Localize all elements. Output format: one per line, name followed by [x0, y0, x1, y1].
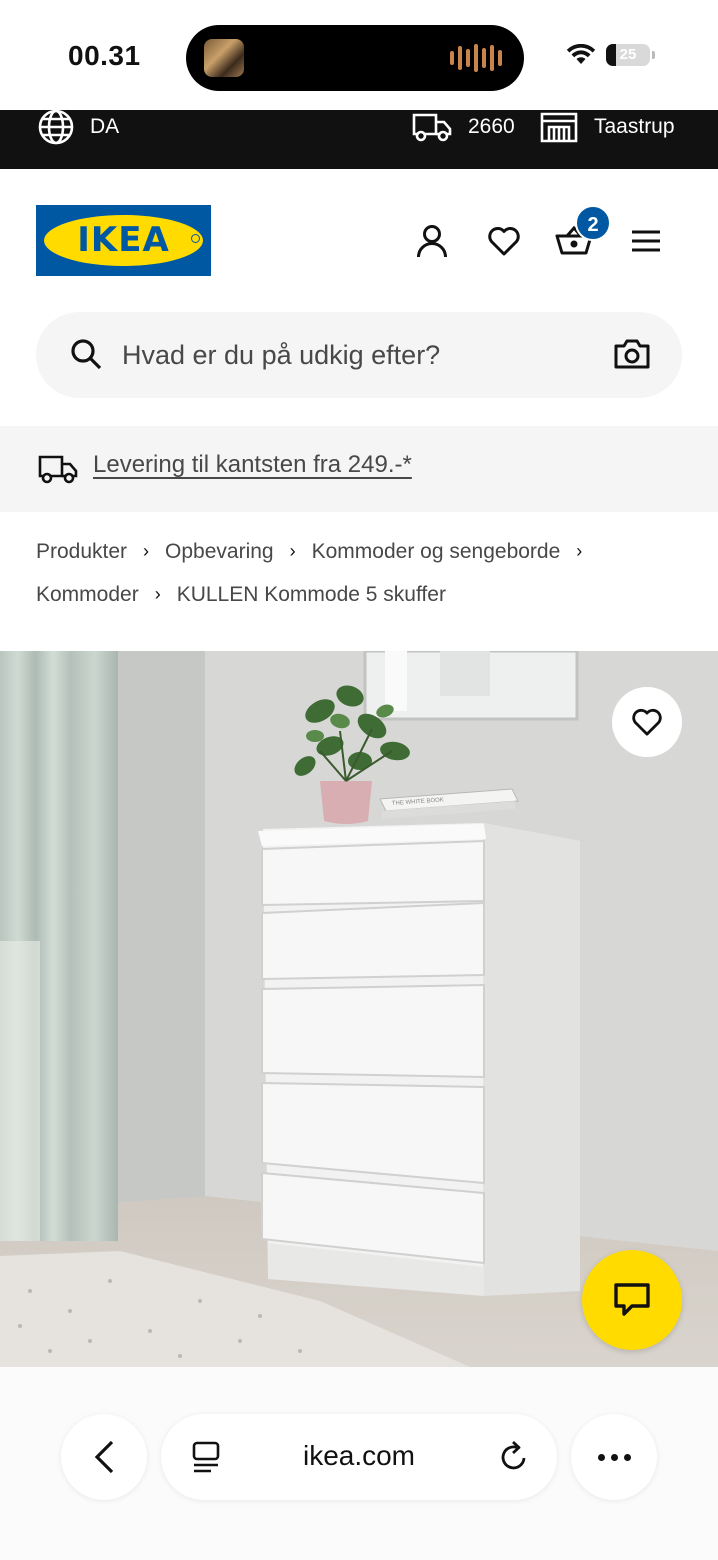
chevron-left-icon [94, 1440, 114, 1474]
cart-count-badge: 2 [575, 205, 611, 241]
more-icon [610, 1453, 618, 1461]
reload-icon[interactable] [499, 1440, 529, 1472]
battery-icon: 25 [606, 44, 655, 66]
language-selector[interactable]: DA [38, 109, 120, 145]
truck-icon [38, 455, 78, 484]
breadcrumb-link-storage[interactable]: Opbevaring [165, 530, 274, 573]
menu-icon [632, 230, 660, 252]
chevron-right-icon: › [143, 541, 150, 561]
search-icon [71, 339, 102, 370]
postcode-selector[interactable]: 2660 [412, 110, 515, 144]
store-selector[interactable]: Taastrup [540, 110, 675, 144]
breadcrumb-link-dressers-nightstands[interactable]: Kommoder og sengeborde [312, 530, 561, 573]
status-bar: 00.31 25 [0, 0, 718, 110]
browser-toolbar: ikea.com [0, 1367, 718, 1560]
registered-mark [191, 234, 200, 243]
store-icon [540, 112, 578, 143]
now-playing-artwork [204, 39, 244, 77]
breadcrumb: Produkter › Opbevaring › Kommoder og sen… [36, 530, 686, 616]
globe-icon [38, 109, 74, 145]
user-icon [417, 225, 447, 258]
top-utility-bar: DA 2660 Taastrup [0, 109, 718, 169]
logo-text: IKEA [77, 220, 170, 260]
chevron-right-icon: › [289, 541, 296, 561]
breadcrumb-current: KULLEN Kommode 5 skuffer [176, 583, 446, 606]
store-label: Taastrup [594, 115, 675, 138]
dynamic-island[interactable] [186, 25, 524, 91]
wishlist-button[interactable] [484, 221, 524, 261]
chevron-right-icon: › [154, 584, 161, 604]
truck-icon [412, 113, 452, 142]
status-indicators: 25 [566, 44, 655, 66]
heart-icon [632, 708, 662, 736]
battery-level: 25 [619, 46, 637, 63]
delivery-link[interactable]: Levering til kantsten fra 249.-* [93, 451, 412, 479]
breadcrumb-link-products[interactable]: Produkter [36, 530, 127, 573]
language-label: DA [90, 115, 120, 138]
search-bar[interactable] [36, 312, 682, 398]
chevron-right-icon: › [576, 541, 583, 561]
postcode-label: 2660 [468, 115, 515, 138]
breadcrumb-link-dressers[interactable]: Kommoder [36, 573, 139, 616]
site-header: IKEA 2 [0, 169, 718, 301]
chat-button[interactable] [582, 1250, 682, 1350]
browser-more-button[interactable] [571, 1414, 657, 1500]
delivery-banner: Levering til kantsten fra 249.-* [0, 426, 718, 512]
camera-icon[interactable] [614, 338, 650, 370]
ikea-logo[interactable]: IKEA [36, 205, 211, 276]
browser-url: ikea.com [302, 1440, 416, 1471]
audio-waveform-icon [450, 44, 502, 72]
wifi-icon [566, 44, 596, 64]
chat-icon [614, 1283, 650, 1316]
heart-icon [488, 227, 520, 256]
menu-button[interactable] [626, 221, 666, 261]
browser-address-bar[interactable]: ikea.com [161, 1414, 557, 1500]
product-favorite-button[interactable] [612, 687, 682, 757]
more-icon [623, 1453, 631, 1461]
browser-back-button[interactable] [61, 1414, 147, 1500]
more-icon [597, 1453, 605, 1461]
status-time: 00.31 [68, 40, 141, 71]
user-button[interactable] [412, 221, 452, 261]
search-input[interactable] [122, 312, 592, 398]
